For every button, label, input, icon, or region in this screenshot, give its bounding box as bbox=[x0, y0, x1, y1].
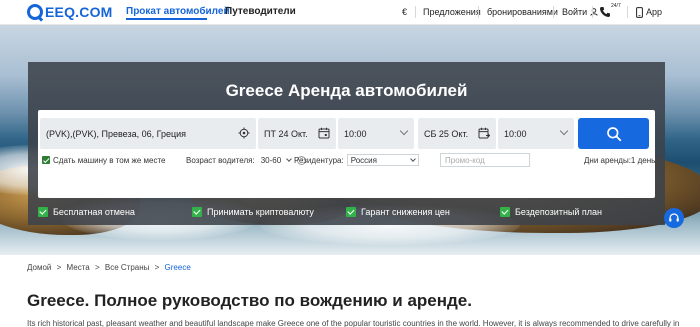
driver-age-value: 30-60 bbox=[260, 155, 282, 165]
feature-label: Бесплатная отмена bbox=[53, 207, 135, 217]
headset-icon bbox=[669, 213, 679, 222]
logo-q-icon bbox=[27, 4, 43, 20]
rental-days: Дни аренды:1 день bbox=[584, 153, 655, 167]
active-nav-underline bbox=[126, 18, 207, 20]
support-button[interactable] bbox=[599, 5, 611, 19]
bookings-link[interactable]: бронированиями bbox=[487, 5, 558, 19]
breadcrumb-countries[interactable]: Все Страны bbox=[105, 263, 150, 272]
booking-form: (PVK),(PVK), Превеза, 06, Греция ПТ 24 О… bbox=[38, 110, 655, 198]
pickup-location-value: (PVK),(PVK), Превеза, 06, Греция bbox=[46, 128, 187, 139]
locate-target-icon[interactable] bbox=[238, 127, 250, 139]
search-icon bbox=[606, 126, 621, 141]
top-navigation-bar: EEQ.COM Прокат автомобилей Путеводители … bbox=[0, 0, 700, 25]
currency-selector[interactable]: € bbox=[402, 5, 407, 19]
driver-age-select[interactable]: 30-60 bbox=[258, 154, 294, 166]
chevron-down-icon bbox=[286, 156, 293, 162]
divider bbox=[592, 6, 593, 18]
return-date-value: СБ 25 Окт. bbox=[424, 128, 469, 139]
feature-label: Гарант снижения цен bbox=[361, 207, 450, 217]
return-date-field[interactable]: СБ 25 Окт. bbox=[418, 118, 496, 149]
rental-days-text: Дни аренды:1 день bbox=[584, 155, 656, 165]
nav-car-rental[interactable]: Прокат автомобилей bbox=[126, 6, 230, 17]
pickup-location-field[interactable]: (PVK),(PVK), Превеза, 06, Греция bbox=[40, 118, 256, 149]
return-time-select[interactable]: 10:00 bbox=[498, 118, 574, 149]
divider bbox=[553, 6, 554, 18]
divider bbox=[415, 6, 416, 18]
hero-title: Greece Аренда автомобилей bbox=[225, 81, 468, 100]
pickup-date-field[interactable]: ПТ 24 Окт. bbox=[258, 118, 336, 149]
residency-value: Россия bbox=[350, 155, 377, 165]
breadcrumb: Домой > Места > Все Страны > Greece bbox=[27, 263, 191, 272]
chevron-down-icon bbox=[559, 126, 569, 136]
checkbox-checked-icon bbox=[42, 156, 50, 164]
offers-link[interactable]: Предложения bbox=[423, 5, 481, 19]
promo-code-input[interactable]: Промо-код bbox=[440, 153, 530, 167]
return-time-value: 10:00 bbox=[504, 128, 527, 139]
divider bbox=[478, 6, 479, 18]
return-same-location-checkbox[interactable]: Сдать машину в том же месте bbox=[42, 153, 165, 167]
app-label: App bbox=[646, 7, 663, 17]
breadcrumb-separator: > bbox=[94, 263, 100, 272]
driver-age-label: Возраст водителя: bbox=[186, 155, 255, 165]
page-title: Greece. Полное руководство по вождению и… bbox=[27, 291, 472, 310]
phone-icon bbox=[600, 7, 610, 17]
app-download-link[interactable]: App bbox=[636, 5, 662, 19]
residency-label: Резидентура: bbox=[294, 155, 344, 165]
feature-label: Бездепозитный план bbox=[515, 207, 603, 217]
nav-guides[interactable]: Путеводители bbox=[225, 6, 296, 17]
search-button[interactable] bbox=[578, 118, 649, 149]
promo-code-placeholder: Промо-код bbox=[445, 155, 485, 165]
chevron-down-icon bbox=[409, 156, 416, 162]
driver-age-group: Возраст водителя: 30-60 ? bbox=[186, 153, 307, 167]
site-logo[interactable]: EEQ.COM bbox=[27, 3, 113, 21]
chat-support-button[interactable] bbox=[664, 208, 684, 228]
pickup-date-value: ПТ 24 Окт. bbox=[264, 128, 308, 139]
login-label: Войти bbox=[562, 7, 588, 17]
breadcrumb-home[interactable]: Домой bbox=[27, 263, 51, 272]
breadcrumb-current: Greece bbox=[164, 263, 191, 272]
pickup-time-value: 10:00 bbox=[344, 128, 367, 139]
chevron-down-icon bbox=[399, 126, 409, 136]
calendar-icon bbox=[318, 127, 330, 139]
support-247-badge: 24/7 bbox=[611, 3, 621, 9]
pickup-time-select[interactable]: 10:00 bbox=[338, 118, 414, 149]
hero-banner: Greece Аренда автомобилей (PVK),(PVK), П… bbox=[0, 25, 700, 255]
promo-group: Промо-код bbox=[440, 153, 530, 167]
feature-item: Бесплатная отмена bbox=[38, 206, 135, 218]
check-icon bbox=[346, 207, 356, 217]
breadcrumb-separator: > bbox=[154, 263, 160, 272]
feature-item: Принимать криптовалюту bbox=[192, 206, 314, 218]
residency-group: Резидентура: Россия bbox=[294, 153, 419, 167]
feature-item: Гарант снижения цен bbox=[346, 206, 450, 218]
check-icon bbox=[38, 207, 48, 217]
return-same-location-label: Сдать машину в том же месте bbox=[53, 155, 166, 165]
logo-text: EEQ.COM bbox=[45, 4, 113, 20]
residency-select[interactable]: Россия bbox=[346, 154, 419, 166]
mobile-phone-icon bbox=[636, 6, 643, 18]
check-icon bbox=[500, 207, 510, 217]
feature-label: Принимать криптовалюту bbox=[207, 207, 314, 217]
search-panel: Greece Аренда автомобилей (PVK),(PVK), П… bbox=[28, 62, 665, 225]
breadcrumb-separator: > bbox=[56, 263, 62, 272]
feature-item: Бездепозитный план bbox=[500, 206, 602, 218]
divider bbox=[627, 6, 628, 18]
intro-paragraph: Its rich historical past, pleasant weath… bbox=[27, 319, 680, 327]
breadcrumb-places[interactable]: Места bbox=[67, 263, 90, 272]
calendar-return-icon bbox=[478, 127, 490, 139]
check-icon bbox=[192, 207, 202, 217]
